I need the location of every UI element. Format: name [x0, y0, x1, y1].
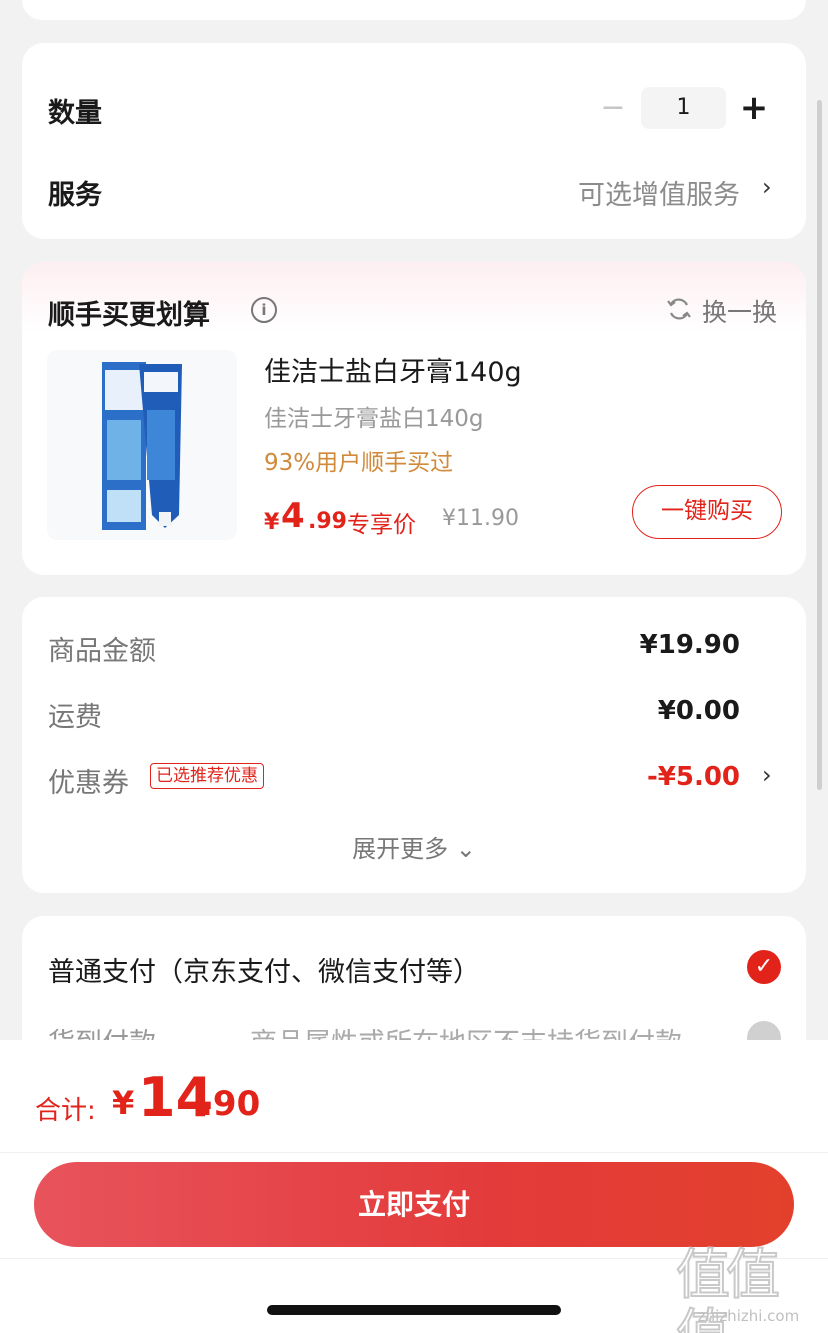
scrollbar[interactable] [817, 100, 822, 790]
product-name[interactable]: 佳洁士盐白牙膏140g [264, 350, 522, 389]
goods-amount-label: 商品金额 [48, 636, 156, 667]
previous-card [22, 0, 806, 20]
refresh-button[interactable]: 换一换 [702, 293, 777, 329]
shipping-value: ¥0.00 [657, 696, 740, 726]
quantity-input[interactable]: 1 [641, 87, 726, 129]
price-currency: ¥ [264, 510, 280, 535]
amount-summary-card: 商品金额 ¥19.90 运费 ¥0.00 优惠券 已选推荐优惠 -¥5.00 ›… [22, 597, 806, 893]
quantity-increase-button[interactable]: + [739, 91, 769, 125]
pay-now-button[interactable]: 立即支付 [34, 1162, 794, 1247]
service-label: 服务 [48, 180, 102, 211]
divider [0, 1152, 828, 1153]
expand-more-button[interactable]: 展开更多 ⌄ [22, 829, 806, 864]
product-buyers-stat: 93%用户顺手买过 [264, 450, 454, 476]
quantity-label: 数量 [48, 98, 102, 129]
service-selector[interactable]: 可选增值服务 [578, 173, 740, 212]
goods-amount-value: ¥19.90 [639, 630, 740, 660]
info-icon[interactable]: i [251, 297, 277, 323]
chevron-right-icon[interactable]: › [762, 761, 772, 789]
original-price: ¥11.90 [442, 506, 519, 531]
product-subtitle: 佳洁士牙膏盐白140g [264, 406, 484, 432]
shipping-label: 运费 [48, 702, 102, 733]
price-integer: 4 [281, 496, 305, 536]
price-decimal: .99 [308, 509, 347, 534]
coupon-badge: 已选推荐优惠 [150, 763, 264, 789]
bundle-recommendation-card: 顺手买更划算 i 换一换 佳洁士盐白牙膏140g 佳洁士牙膏盐白140g 93%… [22, 262, 806, 575]
total-label: 合计: [35, 1096, 96, 1126]
watermark-url: zhizhizhi.com [697, 1307, 800, 1325]
quantity-decrease-button[interactable]: − [600, 93, 626, 123]
total-currency: ¥ [112, 1084, 135, 1122]
refresh-icon[interactable] [666, 296, 692, 322]
quantity-service-card: 数量 − 1 + 服务 可选增值服务 › [22, 43, 806, 239]
exclusive-price-tag: 专享价 [347, 512, 416, 538]
coupon-value[interactable]: -¥5.00 [647, 762, 740, 792]
bundle-title: 顺手买更划算 [48, 300, 210, 331]
one-click-buy-button[interactable]: 一键购买 [632, 485, 782, 539]
product-image[interactable] [47, 350, 237, 540]
coupon-label: 优惠券 [48, 768, 129, 799]
home-indicator[interactable] [267, 1305, 561, 1315]
checkmark-icon[interactable]: ✓ [747, 950, 781, 984]
checkout-bar: 合计: ¥ 14 .90 立即支付 值值值 zhizhizhi.com [0, 1040, 828, 1333]
payment-option-normal[interactable]: 普通支付（京东支付、微信支付等） [48, 950, 480, 989]
watermark-logo: 值值值 zhizhizhi.com [675, 1244, 821, 1333]
chevron-right-icon[interactable]: › [762, 173, 772, 201]
total-decimal: .90 [200, 1084, 261, 1124]
